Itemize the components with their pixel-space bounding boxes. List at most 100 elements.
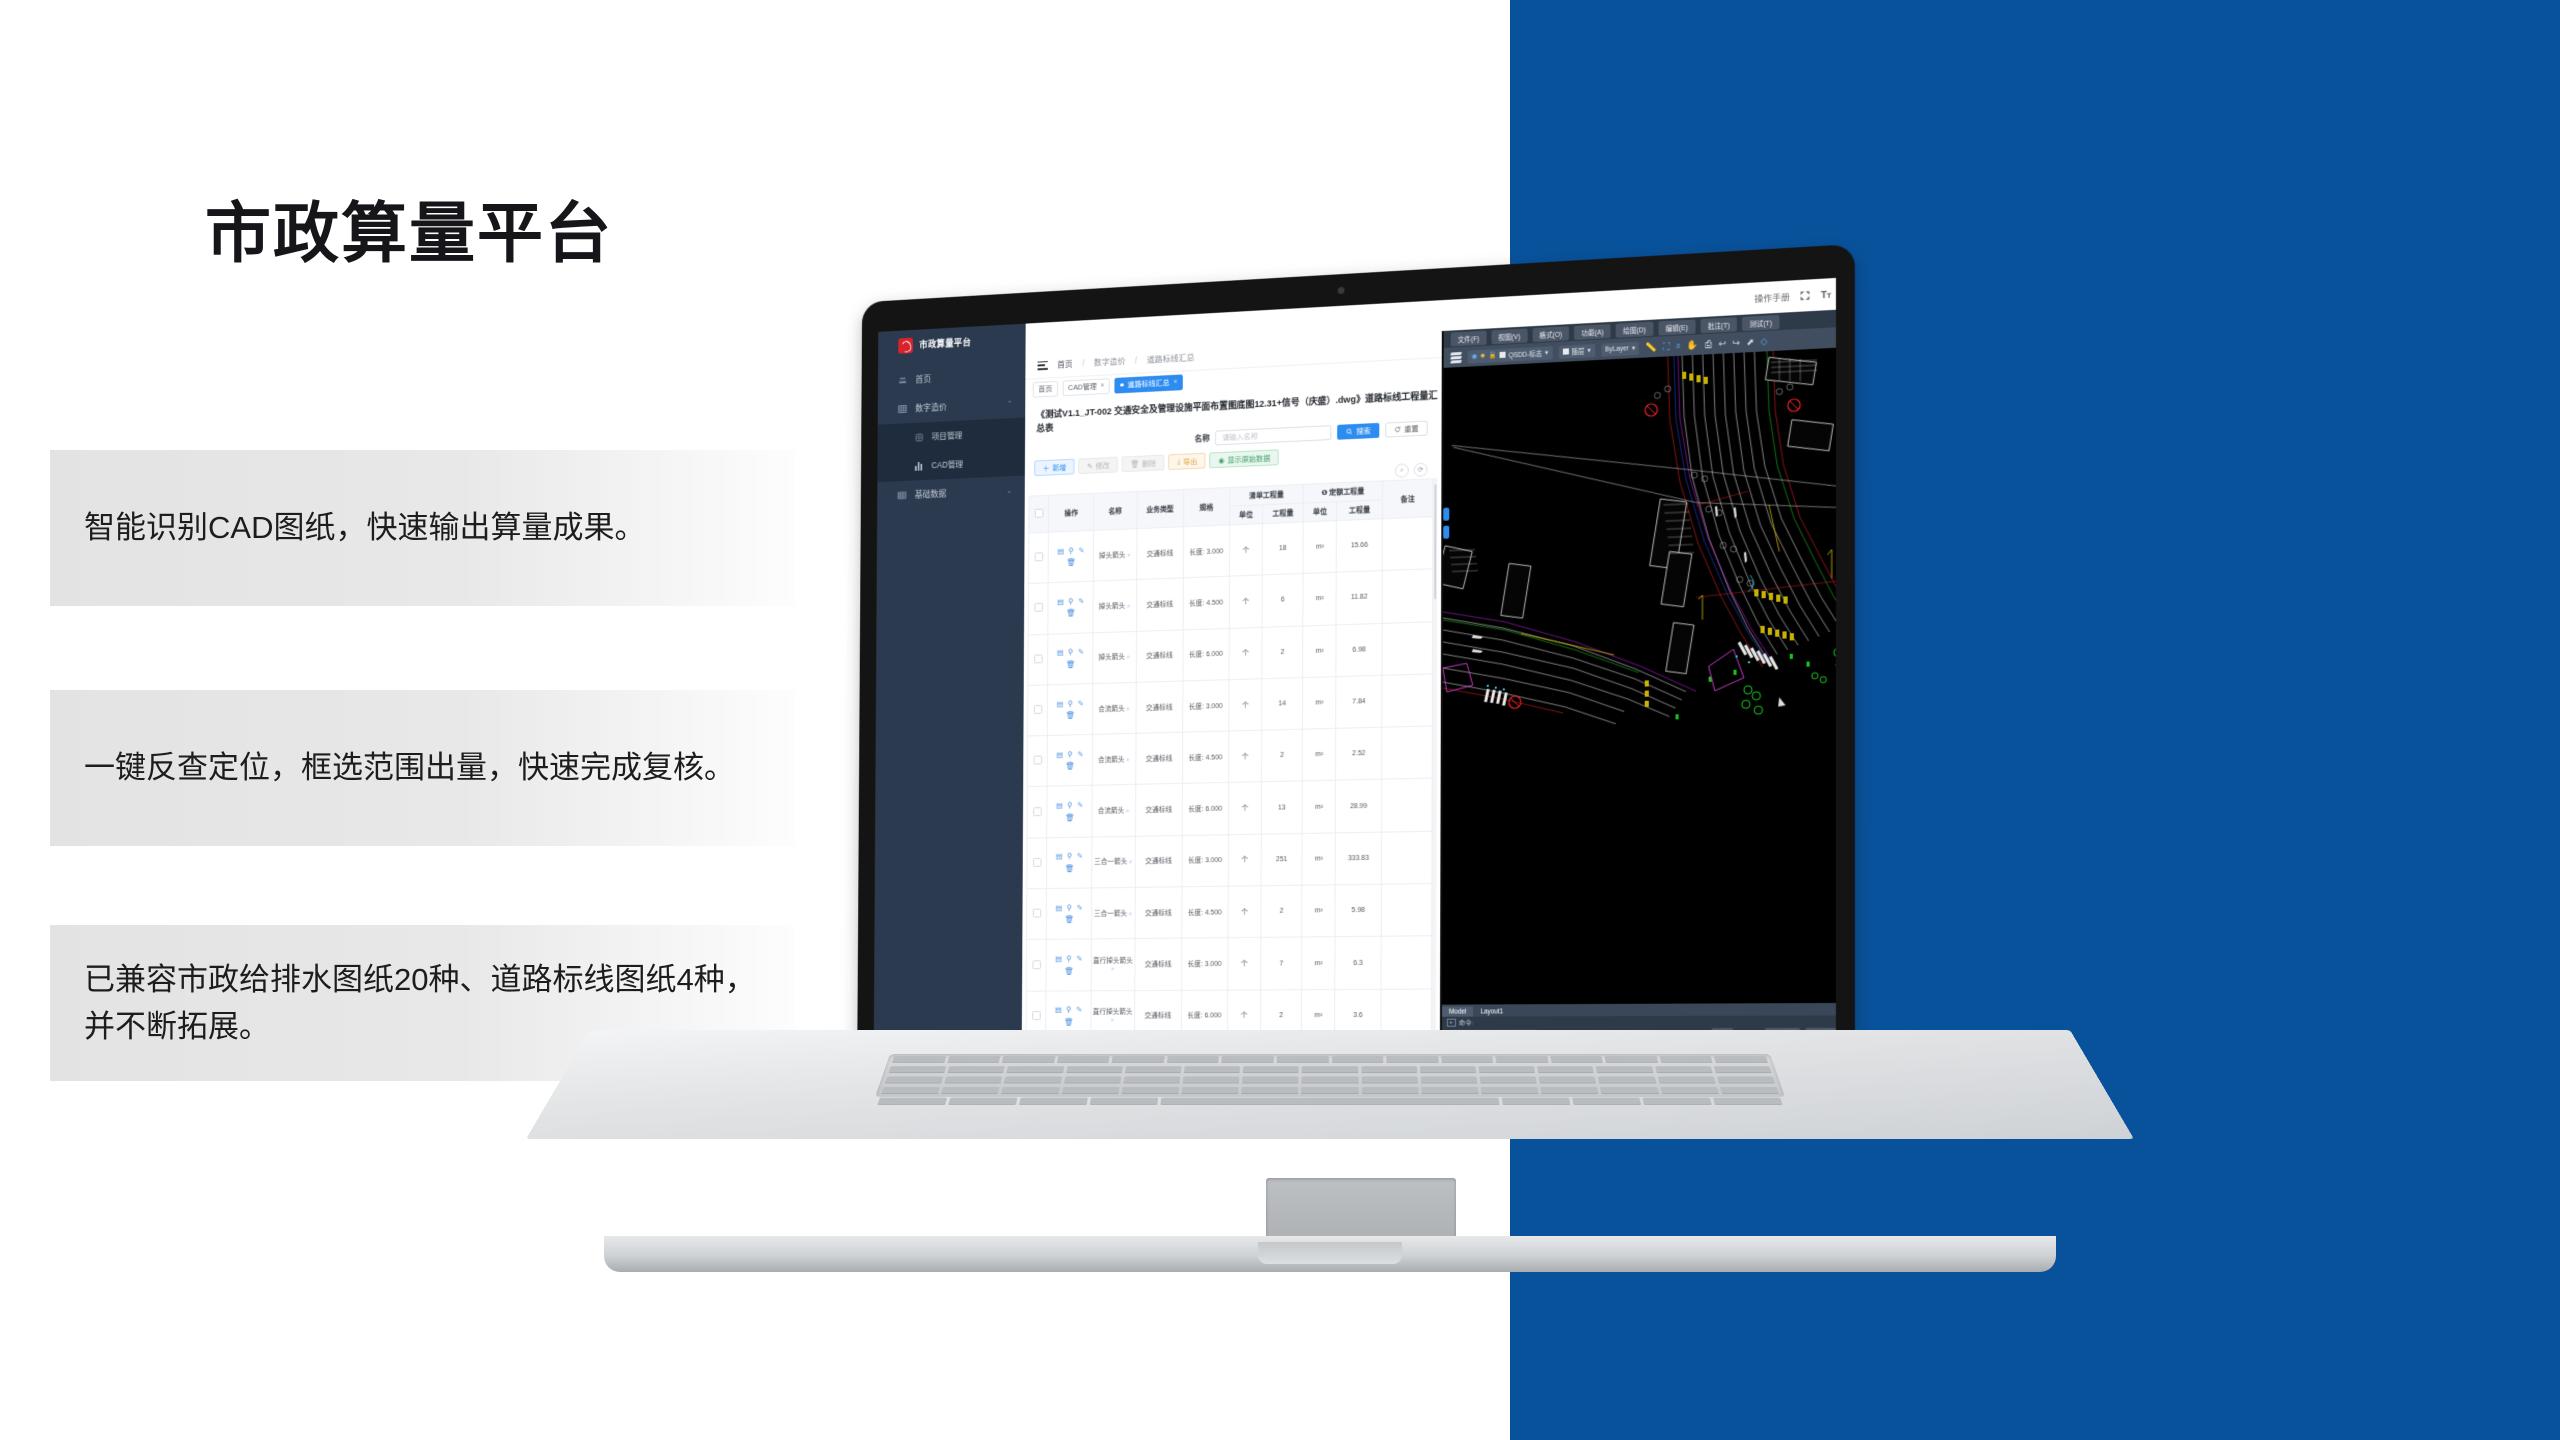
keyboard-key[interactable] bbox=[1421, 1086, 1479, 1094]
tab-home[interactable]: 首页 bbox=[1032, 380, 1058, 398]
layout-tab-layout1[interactable]: Layout1 bbox=[1473, 1006, 1510, 1016]
chevron-up-icon[interactable]: ⌃ bbox=[1007, 400, 1013, 408]
table-row[interactable]: ▤ ⚲ ✎ 🗑 合流箭头 ⌕ 交通标线 长度: 4.500 个 2 m² 2.52 bbox=[1027, 726, 1433, 788]
trash-icon[interactable]: 🗑 bbox=[1064, 966, 1073, 975]
keyboard-key[interactable] bbox=[1657, 1076, 1716, 1083]
keyboard-key[interactable] bbox=[1065, 1066, 1123, 1073]
eye-icon[interactable]: ◉ bbox=[1472, 352, 1478, 360]
reset-button[interactable]: 重置 bbox=[1385, 420, 1428, 438]
keyboard-key[interactable] bbox=[1386, 1056, 1439, 1063]
doc-icon[interactable]: ▤ bbox=[1056, 903, 1063, 912]
pencil-icon[interactable]: ✎ bbox=[1078, 699, 1084, 708]
keyboard-key[interactable] bbox=[1331, 1056, 1384, 1063]
keyboard-key[interactable] bbox=[1302, 1066, 1359, 1073]
keyboard-key[interactable] bbox=[1276, 1056, 1329, 1063]
locate-pin-icon[interactable]: ⚲ bbox=[1067, 801, 1072, 810]
keyboard-key[interactable] bbox=[1121, 1086, 1180, 1094]
doc-icon[interactable]: ▤ bbox=[1056, 801, 1063, 810]
cad-menu-item[interactable]: 测试(T) bbox=[1742, 314, 1780, 331]
search-icon[interactable]: ⌕ bbox=[1111, 1017, 1115, 1024]
keyboard-key[interactable] bbox=[1301, 1076, 1359, 1083]
keyboard-key[interactable] bbox=[1301, 1086, 1359, 1094]
keyboard-key[interactable] bbox=[947, 1056, 1001, 1063]
keyboard-key[interactable] bbox=[1181, 1086, 1239, 1094]
search-button[interactable]: 搜索 bbox=[1337, 422, 1380, 440]
keyboard-key[interactable] bbox=[1019, 1097, 1089, 1105]
keyboard-key[interactable] bbox=[1160, 1097, 1500, 1105]
locate-pin-icon[interactable]: ⚲ bbox=[1068, 597, 1073, 606]
locate-pin-icon[interactable]: ⚲ bbox=[1068, 750, 1073, 759]
canvas-marker-next[interactable] bbox=[1443, 525, 1450, 539]
table-row[interactable]: ▤ ⚲ ✎ 🗑 三合一箭头 ⌕ 交通标线 长度: 3.000 个 251 m² 333.83 bbox=[1026, 831, 1433, 889]
keyboard-key[interactable] bbox=[1361, 1086, 1419, 1094]
pencil-icon[interactable]: ✎ bbox=[1078, 750, 1084, 759]
keyboard-key[interactable] bbox=[1221, 1056, 1274, 1063]
cad-menu-item[interactable]: 编辑(E) bbox=[1658, 318, 1696, 336]
trash-icon[interactable]: 🗑 bbox=[1066, 558, 1075, 567]
fullscreen-icon[interactable] bbox=[1799, 290, 1811, 302]
pencil-icon[interactable]: ✎ bbox=[1079, 546, 1085, 555]
lineweight-selector[interactable]: ByLayer ▾ bbox=[1600, 341, 1640, 357]
cad-menu-item[interactable]: 文件(F) bbox=[1450, 330, 1487, 347]
keyboard-key[interactable] bbox=[1242, 1066, 1300, 1073]
locate-pin-icon[interactable]: ⚲ bbox=[1067, 903, 1072, 912]
breadcrumb-item-1[interactable]: 数字造价 bbox=[1094, 355, 1126, 368]
cad-menu-item[interactable]: 格式(O) bbox=[1532, 325, 1570, 342]
search-icon[interactable]: ⌕ bbox=[1127, 603, 1131, 610]
keyboard-key[interactable] bbox=[1002, 1056, 1056, 1063]
linetype-selector[interactable]: 随层 ▾ bbox=[1558, 343, 1595, 359]
add-button[interactable]: ＋ 新增 bbox=[1034, 458, 1075, 477]
keyboard-key[interactable] bbox=[885, 1076, 944, 1083]
cad-menu-item[interactable]: 批注(T) bbox=[1700, 316, 1738, 333]
keyboard-key[interactable] bbox=[1538, 1076, 1597, 1083]
zoom-icon[interactable]: ⌕ bbox=[1676, 340, 1681, 350]
doc-icon[interactable]: ▤ bbox=[1057, 648, 1064, 657]
keyboard-key[interactable] bbox=[1571, 1097, 1641, 1105]
cad-command-line[interactable]: ▸ 命令: bbox=[1441, 1015, 1836, 1028]
row-checkbox[interactable] bbox=[1032, 806, 1042, 816]
doc-icon[interactable]: ▤ bbox=[1056, 750, 1063, 759]
locate-pin-icon[interactable]: ⚲ bbox=[1069, 546, 1074, 555]
search-icon[interactable]: ⌕ bbox=[1111, 966, 1115, 973]
table-row[interactable]: ▤ ⚲ ✎ 🗑 合流箭头 ⌕ 交通标线 长度: 6.000 个 13 m² 28.99 bbox=[1027, 778, 1433, 838]
keyboard-key[interactable] bbox=[1182, 1076, 1240, 1083]
chevron-down-icon[interactable]: ▾ bbox=[1632, 344, 1635, 352]
trash-icon[interactable]: 🗑 bbox=[1065, 762, 1074, 771]
row-checkbox[interactable] bbox=[1034, 603, 1043, 613]
search-icon[interactable]: ⌕ bbox=[1126, 756, 1130, 763]
pencil-icon[interactable]: ✎ bbox=[1078, 647, 1084, 656]
pencil-icon[interactable]: ✎ bbox=[1077, 852, 1083, 861]
manual-link[interactable]: 操作手册 bbox=[1754, 290, 1789, 304]
keyboard-key[interactable] bbox=[1241, 1086, 1299, 1094]
keyboard-key[interactable] bbox=[1004, 1076, 1062, 1083]
color-swatch[interactable] bbox=[1562, 348, 1569, 355]
sun-icon[interactable]: ✸ bbox=[1480, 352, 1485, 360]
table-row[interactable]: ▤ ⚲ ✎ 🗑 直行掉头箭头 ⌕ 交通标线 长度: 3.000 个 7 m² 6.3 bbox=[1026, 936, 1432, 991]
search-icon[interactable]: ⌕ bbox=[1129, 859, 1133, 866]
keyboard-key[interactable] bbox=[1242, 1076, 1299, 1083]
trash-icon[interactable]: 🗑 bbox=[1065, 915, 1074, 924]
keyboard-key[interactable] bbox=[1479, 1076, 1537, 1083]
zoom-extents-icon[interactable]: ⬈ bbox=[1746, 336, 1754, 347]
keyboard-key[interactable] bbox=[1360, 1066, 1418, 1073]
keyboard-key[interactable] bbox=[1006, 1066, 1065, 1073]
keyboard-key[interactable] bbox=[877, 1097, 948, 1105]
row-checkbox[interactable] bbox=[1032, 959, 1041, 969]
tab-cad-mgmt[interactable]: CAD管理 × bbox=[1062, 377, 1111, 396]
row-checkbox[interactable] bbox=[1032, 908, 1041, 918]
keyboard-key[interactable] bbox=[1659, 1056, 1713, 1063]
search-icon[interactable]: ⌕ bbox=[1126, 705, 1130, 712]
keyboard-key[interactable] bbox=[1056, 1056, 1110, 1063]
info-icon[interactable]: ❶ bbox=[1321, 488, 1327, 497]
keyboard-key[interactable] bbox=[1001, 1086, 1060, 1094]
doc-icon[interactable]: ▤ bbox=[1057, 597, 1064, 606]
pan-hand-icon[interactable]: ✋ bbox=[1687, 339, 1699, 350]
keyboard-key[interactable] bbox=[1716, 1076, 1775, 1083]
tab-road-marking-summary[interactable]: 道路标线汇总 × bbox=[1114, 373, 1184, 394]
keyboard-key[interactable] bbox=[1712, 1097, 1783, 1105]
keyboard-key[interactable] bbox=[1595, 1066, 1654, 1073]
keyboard-key[interactable] bbox=[1600, 1086, 1659, 1094]
breadcrumb-item-2[interactable]: 道路标线汇总 bbox=[1147, 351, 1195, 365]
keyboard-key[interactable] bbox=[1183, 1066, 1241, 1073]
locate-pin-icon[interactable]: ⚲ bbox=[1067, 954, 1072, 963]
